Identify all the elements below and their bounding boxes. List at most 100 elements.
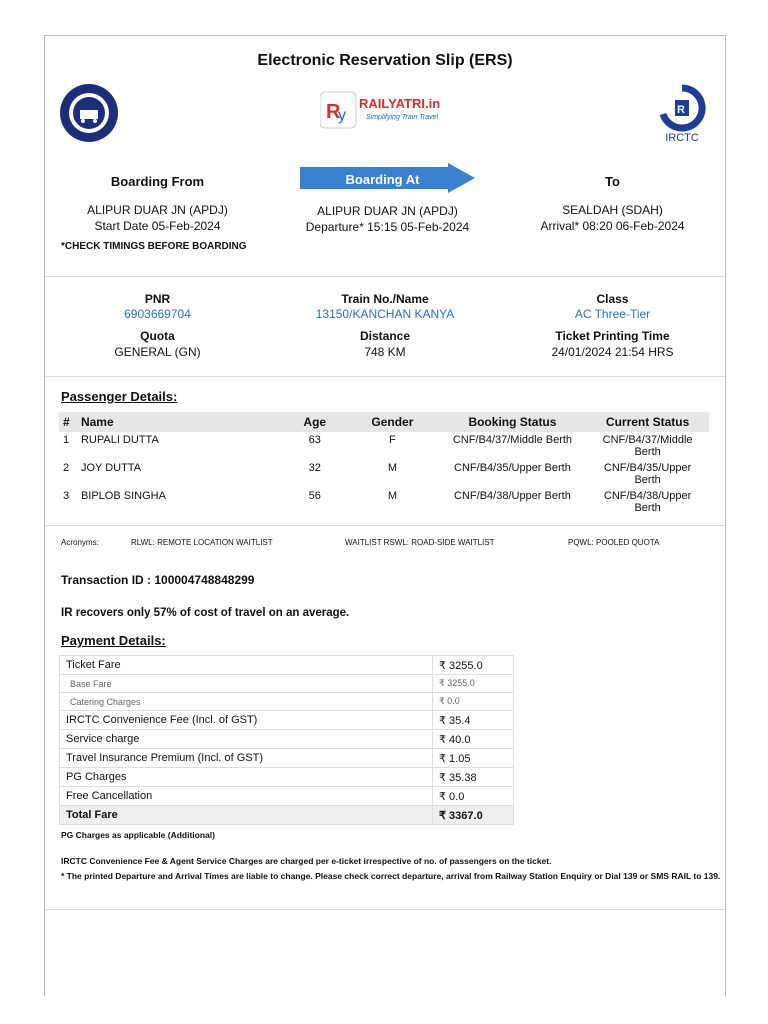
divider <box>45 376 725 377</box>
passenger-number: 2 <box>63 462 70 474</box>
col-name: Name <box>76 412 284 432</box>
payment-value: ₹ 35.38 <box>432 767 514 787</box>
passenger-age: 32 <box>308 462 321 474</box>
acronym-rswl: WAITLIST RSWL: ROAD-SIDE WAITLIST <box>345 538 495 547</box>
payment-row-total: Total Fare ₹ 3367.0 <box>59 805 514 825</box>
passenger-gender: F <box>389 434 396 446</box>
payment-label: Total Fare <box>59 805 433 825</box>
timings-disclaimer: * The printed Departure and Arrival Time… <box>61 871 721 881</box>
passenger-table: # Name Age Gender Booking Status Current… <box>59 412 709 516</box>
current-status: CNF/B4/35/Upper Berth <box>603 462 692 486</box>
divider <box>45 276 725 277</box>
payment-row-service-charge: Service charge ₹ 40.0 <box>59 729 514 749</box>
payment-label: PG Charges <box>59 767 433 787</box>
payment-value: ₹ 1.05 <box>432 748 514 768</box>
svg-text:R: R <box>677 104 685 116</box>
booking-status: CNF/B4/38/Upper Berth <box>454 490 571 502</box>
quota-value: GENERAL (GN) <box>114 345 201 359</box>
print-time-label: Ticket Printing Time <box>555 329 670 343</box>
passenger-name: BIPLOB SINGHA <box>80 490 166 502</box>
ir-recovers-note: IR recovers only 57% of cost of travel o… <box>61 607 350 619</box>
col-current-status: Current Status <box>586 412 709 432</box>
ers-page: Electronic Reservation Slip (ERS) R y RA… <box>44 35 726 996</box>
payment-value: ₹ 3367.0 <box>432 805 514 825</box>
irctc-logo: R IRCTC <box>653 84 711 148</box>
distance-value: 748 KM <box>364 345 406 359</box>
pnr-label: PNR <box>144 292 171 306</box>
table-row: 1 RUPALI DUTTA 63 F CNF/B4/37/Middle Ber… <box>59 432 709 460</box>
from-station: ALIPUR DUAR JN (APDJ) <box>87 203 228 217</box>
start-date: Start Date 05-Feb-2024 <box>94 219 221 233</box>
acronym-rlwl: RLWL: REMOTE LOCATION WAITLIST <box>131 538 273 547</box>
payment-table: Ticket Fare ₹ 3255.0 Base Fare ₹ 3255.0 Ca… <box>59 655 514 825</box>
passenger-table-header: # Name Age Gender Booking Status Current… <box>59 412 709 432</box>
payment-label: Catering Charges <box>59 692 433 711</box>
booking-status: CNF/B4/35/Upper Berth <box>454 462 571 474</box>
payment-value: ₹ 35.4 <box>432 710 514 730</box>
acronyms-label: Acronyms: <box>61 538 99 547</box>
payment-value: ₹ 40.0 <box>432 729 514 749</box>
departure-time: Departure* 15:15 05-Feb-2024 <box>305 220 470 234</box>
railyatri-tagline: Simplifying Train Travel <box>366 114 439 121</box>
passenger-gender: M <box>387 490 397 502</box>
acronym-pqwl: PQWL: POOLED QUOTA <box>568 538 660 547</box>
pg-charges-note: PG Charges as applicable (Additional) <box>61 830 215 840</box>
payment-row-insurance: Travel Insurance Premium (Incl. of GST) ₹… <box>59 748 514 768</box>
payment-row-pg-charges: PG Charges ₹ 35.38 <box>59 767 514 787</box>
booking-status: CNF/B4/37/Middle Berth <box>452 434 573 446</box>
payment-value: ₹ 3255.0 <box>432 655 514 675</box>
payment-details-title: Payment Details: <box>61 633 166 648</box>
distance-label: Distance <box>359 329 411 343</box>
divider <box>45 525 725 526</box>
railyatri-brand: RAILYATRI.in <box>359 96 441 111</box>
payment-row-base-fare: Base Fare ₹ 3255.0 <box>59 674 514 693</box>
col-gender: Gender <box>346 412 439 432</box>
transaction-id: Transaction ID : 100004748848299 <box>61 573 255 587</box>
quota-label: Quota <box>140 329 175 343</box>
passenger-details-title: Passenger Details: <box>61 389 178 404</box>
pnr-value: 6903669704 <box>124 307 191 321</box>
payment-label: Service charge <box>59 729 433 749</box>
class-label: Class <box>596 292 629 306</box>
col-booking-status: Booking Status <box>438 412 587 432</box>
railyatri-logo: R y RAILYATRI.in Simplifying Train Trave… <box>319 90 452 132</box>
payment-row-free-cancellation: Free Cancellation ₹ 0.0 <box>59 786 514 806</box>
svg-text:y: y <box>338 107 346 124</box>
train-label: Train No./Name <box>341 292 429 306</box>
payment-value: ₹ 0.0 <box>432 786 514 806</box>
payment-row-ticket-fare: Ticket Fare ₹ 3255.0 <box>59 655 514 675</box>
payment-label: IRCTC Convenience Fee (Incl. of GST) <box>59 710 433 730</box>
train-value: 13150/KANCHAN KANYA <box>315 307 455 321</box>
class-value: AC Three-Tier <box>574 307 651 321</box>
col-number: # <box>59 412 77 432</box>
to-station: SEALDAH (SDAH) <box>562 203 663 217</box>
page-title: Electronic Reservation Slip (ERS) <box>257 52 513 69</box>
passenger-number: 1 <box>63 434 70 446</box>
arrival-time: Arrival* 08:20 06-Feb-2024 <box>540 219 685 233</box>
passenger-name: RUPALI DUTTA <box>80 434 159 446</box>
indian-railways-logo <box>60 84 118 142</box>
to-label: To <box>605 174 620 189</box>
check-timings-note: *CHECK TIMINGS BEFORE BOARDING <box>61 241 247 252</box>
convenience-fee-note: IRCTC Convenience Fee & Agent Service Ch… <box>61 856 552 866</box>
current-status: CNF/B4/37/Middle Berth <box>602 434 693 458</box>
passenger-age: 63 <box>308 434 321 446</box>
payment-label: Travel Insurance Premium (Incl. of GST) <box>59 748 433 768</box>
payment-row-convenience-fee: IRCTC Convenience Fee (Incl. of GST) ₹ 35… <box>59 710 514 730</box>
table-row: 3 BIPLOB SINGHA 56 M CNF/B4/38/Upper Ber… <box>59 488 709 516</box>
divider <box>45 909 725 910</box>
irctc-label: IRCTC <box>665 132 699 144</box>
at-station: ALIPUR DUAR JN (APDJ) <box>317 204 458 218</box>
current-status: CNF/B4/38/Upper Berth <box>603 490 692 514</box>
payment-label: Base Fare <box>59 674 433 693</box>
payment-label: Free Cancellation <box>59 786 433 806</box>
payment-row-catering: Catering Charges ₹ 0.0 <box>59 692 514 711</box>
table-row: 2 JOY DUTTA 32 M CNF/B4/35/Upper Berth C… <box>59 460 709 488</box>
payment-label: Ticket Fare <box>59 655 433 675</box>
payment-value: ₹ 3255.0 <box>432 674 514 693</box>
print-time-value: 24/01/2024 21:54 HRS <box>551 345 674 359</box>
col-age: Age <box>283 412 347 432</box>
payment-value: ₹ 0.0 <box>432 692 514 711</box>
passenger-name: JOY DUTTA <box>80 462 142 474</box>
passenger-gender: M <box>387 462 397 474</box>
